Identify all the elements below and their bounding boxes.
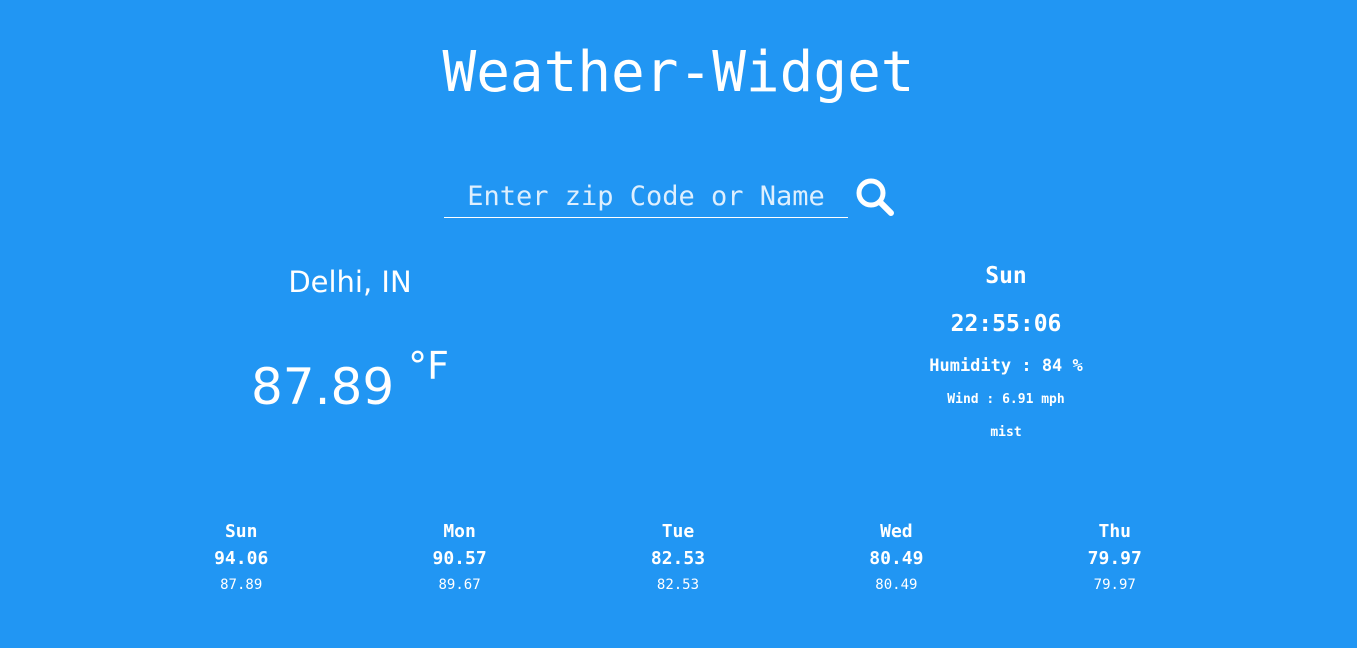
- forecast-day: Wed: [880, 521, 913, 542]
- forecast-item: Wed 80.49 80.49: [787, 518, 1005, 598]
- wind-readout: Wind : 6.91 mph: [947, 392, 1065, 407]
- current-day: Sun: [985, 263, 1027, 289]
- forecast-day: Mon: [443, 521, 476, 542]
- app-title: Weather-Widget: [442, 40, 915, 105]
- temperature-value: 87.89: [251, 358, 395, 416]
- forecast-day: Thu: [1098, 521, 1132, 542]
- current-temperature: 87.89 °F: [200, 346, 500, 422]
- search-icon: [856, 178, 894, 216]
- forecast-min-temp: 89.67: [438, 577, 481, 593]
- current-time: 22:55:06: [950, 311, 1062, 337]
- forecast-day: Tue: [661, 521, 695, 542]
- search-button[interactable]: [852, 176, 898, 218]
- forecast-min-temp: 87.89: [220, 577, 263, 593]
- forecast-max-temp: 82.53: [650, 548, 706, 569]
- forecast-item: Mon 90.57 89.67: [350, 518, 568, 598]
- search-input[interactable]: [444, 176, 848, 218]
- forecast-min-temp: 82.53: [656, 577, 700, 593]
- current-details: Sun 22:55:06 Humidity : 84 % Wind : 6.91…: [856, 258, 1156, 445]
- forecast-max-temp: 90.57: [432, 548, 487, 569]
- search-bar: [444, 176, 904, 222]
- forecast-max-temp: 79.97: [1087, 548, 1142, 569]
- forecast-list: Sun 94.06 87.89 Mon 90.57 89.67 Tue 82.5…: [132, 518, 1224, 598]
- location-name: Delhi, IN: [288, 265, 412, 299]
- forecast-max-temp: 80.49: [869, 548, 924, 569]
- forecast-day: Sun: [224, 521, 258, 542]
- forecast-max-temp: 94.06: [214, 548, 269, 569]
- weather-description: mist: [990, 425, 1022, 440]
- forecast-item: Sun 94.06 87.89: [132, 518, 350, 598]
- forecast-min-temp: 79.97: [1093, 577, 1136, 593]
- temperature-unit: °F: [408, 344, 449, 388]
- humidity-readout: Humidity : 84 %: [929, 356, 1083, 376]
- forecast-min-temp: 80.49: [875, 577, 918, 593]
- forecast-item: Thu 79.97 79.97: [1006, 518, 1224, 598]
- forecast-item: Tue 82.53 82.53: [569, 518, 787, 598]
